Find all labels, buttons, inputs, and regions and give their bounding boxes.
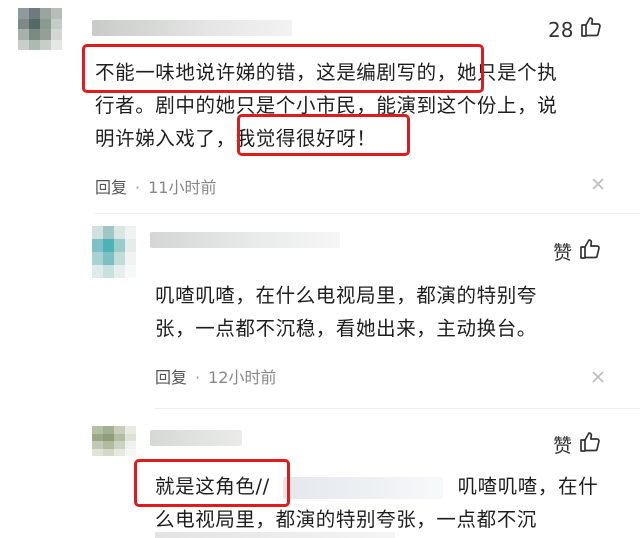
highlight-box bbox=[82, 44, 484, 93]
close-icon[interactable] bbox=[592, 175, 604, 194]
reply-text: 叽喳叽喳，在什么电视局里，都演的特别夸 张，一点都不沉稳，看她出来，主动换台。 bbox=[155, 284, 537, 340]
like-label: 赞 bbox=[553, 435, 573, 457]
username-blurred[interactable] bbox=[92, 20, 292, 36]
text-overflow bbox=[155, 532, 395, 538]
like-button[interactable]: 赞 bbox=[553, 237, 602, 266]
comment-meta: 回复 · 11小时前 bbox=[95, 178, 217, 197]
username-blurred[interactable] bbox=[150, 430, 242, 446]
like-button[interactable]: 赞 bbox=[553, 430, 602, 459]
timestamp: 12小时前 bbox=[208, 368, 277, 387]
like-count: 28 bbox=[548, 17, 574, 42]
close-icon[interactable] bbox=[592, 368, 604, 387]
mention-blurred[interactable] bbox=[282, 476, 443, 499]
reply-meta: 回复 · 12小时前 bbox=[155, 368, 277, 387]
avatar[interactable] bbox=[92, 226, 136, 278]
thumbs-up-icon bbox=[578, 430, 602, 459]
avatar[interactable] bbox=[18, 8, 62, 50]
reply-button[interactable]: 回复 bbox=[155, 368, 187, 387]
avatar[interactable] bbox=[92, 426, 136, 456]
like-button[interactable]: 28 bbox=[548, 15, 603, 44]
highlight-box bbox=[237, 114, 410, 156]
like-label: 赞 bbox=[553, 242, 573, 264]
divider bbox=[155, 408, 640, 409]
username-blurred[interactable] bbox=[150, 232, 340, 248]
divider bbox=[95, 213, 640, 214]
thumbs-up-icon bbox=[579, 15, 603, 44]
timestamp: 11小时前 bbox=[148, 178, 217, 197]
highlight-box bbox=[134, 459, 290, 507]
reply-button[interactable]: 回复 bbox=[95, 178, 127, 197]
thumbs-up-icon bbox=[578, 237, 602, 266]
